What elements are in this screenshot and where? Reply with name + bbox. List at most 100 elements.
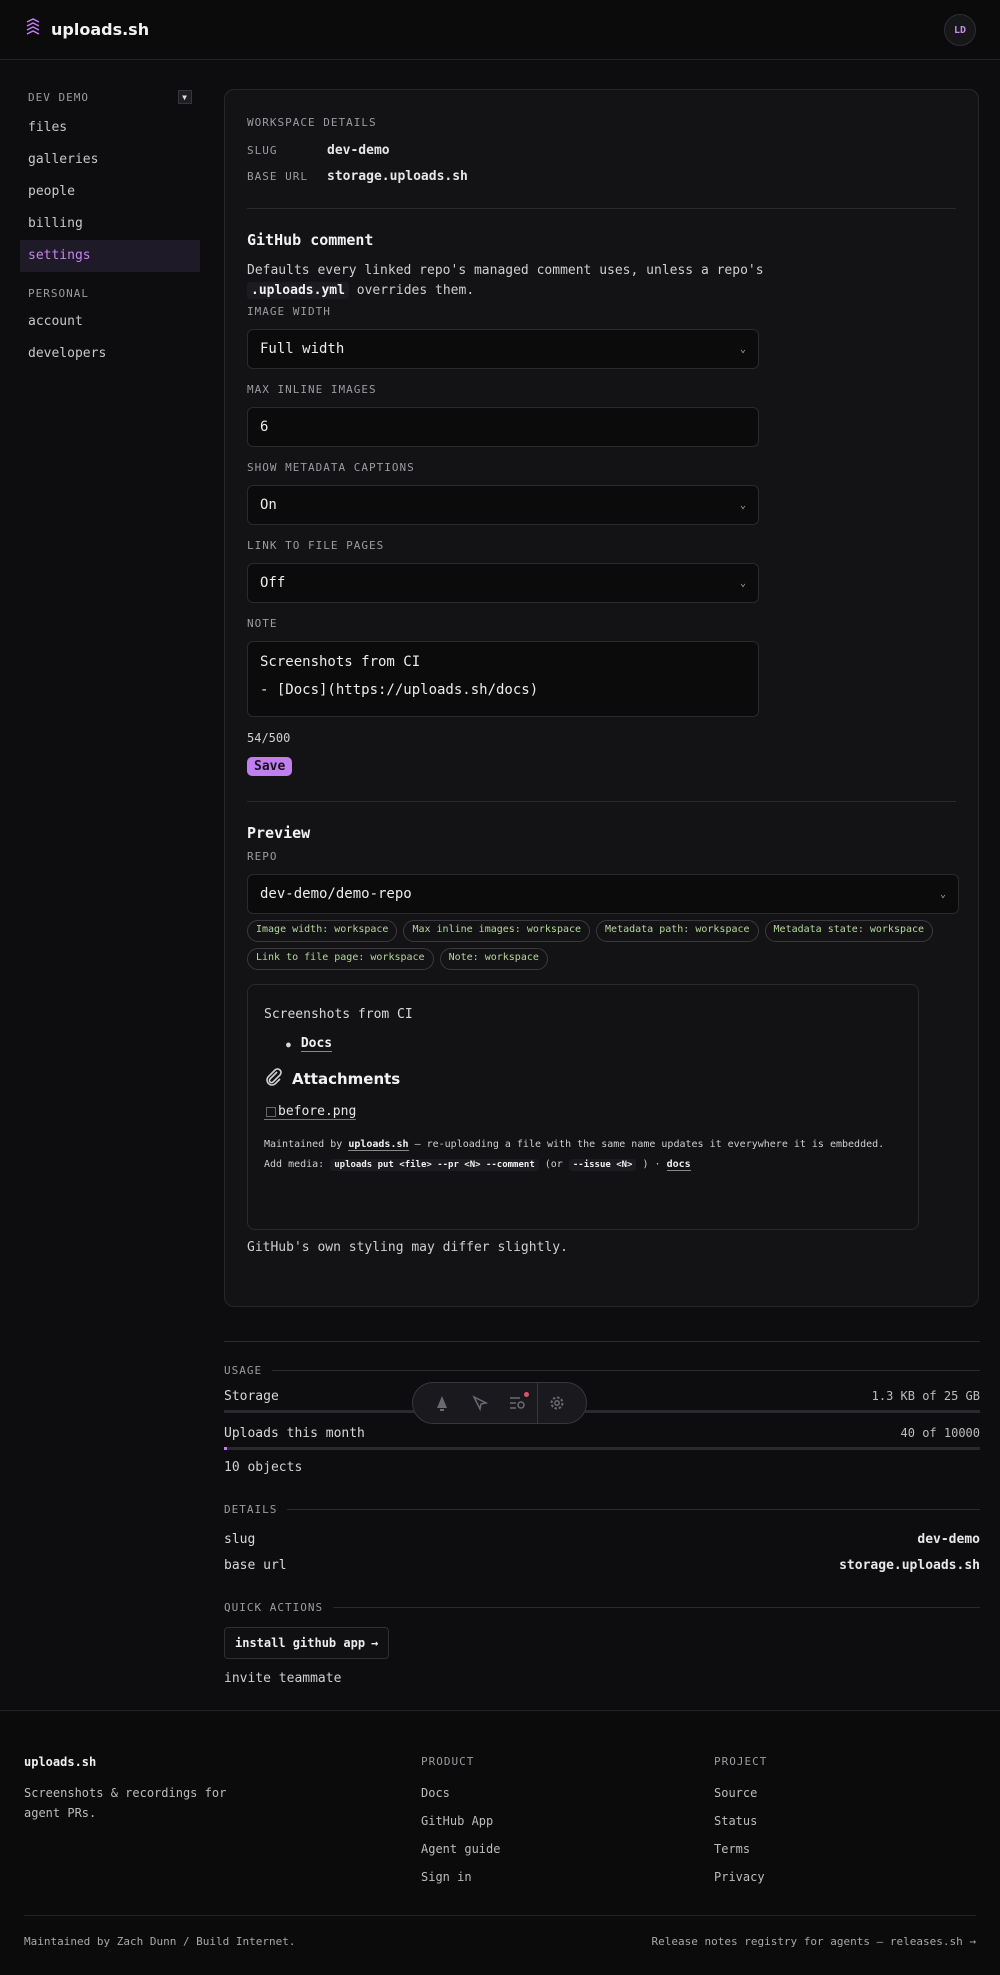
- top-bar: uploads.sh LD: [0, 0, 1000, 60]
- footer-product-col: PRODUCT Docs GitHub App Agent guide Sign…: [421, 1755, 500, 1891]
- github-comment-title: GitHub comment: [247, 231, 374, 249]
- personal-section-label: PERSONAL: [20, 284, 200, 302]
- add-media-prefix: Add media:: [264, 1159, 325, 1170]
- sidebar-item-people[interactable]: people: [20, 176, 200, 208]
- settings-card: WORKSPACE DETAILS SLUG dev-demo BASE URL…: [224, 89, 979, 1307]
- invite-teammate-link[interactable]: invite teammate: [224, 1671, 980, 1686]
- chip: Metadata path: workspace: [596, 920, 759, 942]
- paperclip-icon: [264, 1068, 284, 1090]
- footer-tagline: Screenshots & recordings for agent PRs.: [24, 1783, 226, 1823]
- docs-link-2[interactable]: docs: [666, 1159, 691, 1171]
- sidebar-item-galleries[interactable]: galleries: [20, 144, 200, 176]
- uploads-row: Uploads this month 40 of 10000: [224, 1423, 980, 1443]
- max-inline-input[interactable]: 6: [247, 407, 759, 447]
- save-button[interactable]: Save: [247, 757, 293, 776]
- quick-actions-title: QUICK ACTIONS: [224, 1600, 324, 1614]
- chip: Image width: workspace: [247, 920, 398, 942]
- show-captions-select[interactable]: On ⌄: [247, 485, 759, 525]
- broken-image[interactable]: before.png: [264, 1104, 357, 1120]
- char-count: 54/500: [247, 731, 291, 745]
- note-line-2: - [Docs](https://uploads.sh/docs): [260, 682, 539, 698]
- maintained-prefix: Maintained by: [264, 1139, 343, 1150]
- image-width-label: IMAGE WIDTH: [247, 305, 331, 318]
- link-pages-value: Off: [260, 575, 286, 591]
- base-url-value: storage.uploads.sh: [327, 168, 468, 184]
- source-chips: Image width: workspace Max inline images…: [247, 920, 967, 970]
- desc-code: .uploads.yml: [247, 282, 349, 299]
- workspace-switcher[interactable]: DEV DEMO ▼: [20, 88, 200, 106]
- footer-project-col: PROJECT Source Status Terms Privacy: [714, 1755, 767, 1891]
- workspace-label: DEV DEMO: [28, 90, 89, 104]
- divider: [247, 801, 956, 802]
- footer-link-github-app[interactable]: GitHub App: [421, 1807, 500, 1835]
- footer-brand-col: uploads.sh Screenshots & recordings for …: [24, 1755, 226, 1823]
- sidebar-item-files[interactable]: files: [20, 112, 200, 144]
- chevron-down-icon[interactable]: ▼: [178, 90, 192, 104]
- logo-icon: [25, 18, 41, 40]
- add-media-command-2: --issue <N>: [568, 1159, 637, 1171]
- footer-link-sign-in[interactable]: Sign in: [421, 1863, 500, 1891]
- slug-row: SLUG dev-demo: [247, 137, 956, 163]
- details-slug-row: slug dev-demo: [224, 1529, 980, 1549]
- divider: [224, 1341, 980, 1342]
- sidebar-item-billing[interactable]: billing: [20, 208, 200, 240]
- cursor-icon[interactable]: [461, 1383, 499, 1423]
- gear-icon[interactable]: [538, 1383, 576, 1423]
- max-inline-value: 6: [260, 419, 269, 435]
- footer-link-privacy[interactable]: Privacy: [714, 1863, 767, 1891]
- note-textarea[interactable]: Screenshots from CI - [Docs](https://upl…: [247, 641, 759, 717]
- add-media-line: Add media: uploads put <file> --pr <N> -…: [264, 1156, 902, 1174]
- image-width-value: Full width: [260, 341, 345, 357]
- chip: Link to file page: workspace: [247, 948, 434, 970]
- add-media-or: (or: [544, 1159, 563, 1170]
- footer-brand: uploads.sh: [24, 1755, 97, 1769]
- footer-link-source[interactable]: Source: [714, 1779, 767, 1807]
- footer-maintained[interactable]: Maintained by Zach Dunn / Build Internet…: [24, 1935, 296, 1948]
- note-label: NOTE: [247, 617, 278, 630]
- divider: [247, 208, 956, 209]
- footer-link-status[interactable]: Status: [714, 1807, 767, 1835]
- details-slug-label: slug: [224, 1531, 256, 1547]
- usage-section: USAGE: [224, 1362, 980, 1378]
- chip: Max inline images: workspace: [403, 920, 591, 942]
- chip: Note: workspace: [439, 948, 548, 970]
- show-captions-label: SHOW METADATA CAPTIONS: [247, 461, 415, 474]
- details-base-url-row: base url storage.uploads.sh: [224, 1555, 980, 1575]
- preview-bullet: ● Docs: [264, 1036, 902, 1052]
- footer-link-docs[interactable]: Docs: [421, 1779, 500, 1807]
- comment-preview: Screenshots from CI ● Docs Attachments b…: [247, 984, 919, 1230]
- product-title: PRODUCT: [421, 1755, 475, 1768]
- repo-select[interactable]: dev-demo/demo-repo ⌄: [247, 874, 959, 914]
- sidebar-item-account[interactable]: account: [20, 306, 200, 338]
- add-media-close: ) ·: [642, 1159, 661, 1170]
- slug-value: dev-demo: [327, 142, 390, 158]
- bell-icon[interactable]: [423, 1383, 461, 1423]
- footer-link-agent-guide[interactable]: Agent guide: [421, 1835, 500, 1863]
- storage-label: Storage: [224, 1388, 279, 1404]
- search-list-icon[interactable]: [499, 1383, 537, 1423]
- usage-panel: USAGE Storage 1.3 KB of 25 GB Uploads th…: [224, 1362, 980, 1686]
- brand[interactable]: uploads.sh: [25, 18, 149, 40]
- slug-label: SLUG: [247, 143, 278, 157]
- chevron-down-icon: ⌄: [939, 888, 946, 900]
- dev-toolbar: [412, 1382, 587, 1424]
- uploads-bar-fill: [224, 1447, 228, 1450]
- link-pages-select[interactable]: Off ⌄: [247, 563, 759, 603]
- bullet-icon: ●: [286, 1039, 291, 1049]
- install-github-app-button[interactable]: install github app →: [224, 1627, 390, 1659]
- avatar[interactable]: LD: [944, 14, 976, 46]
- attachments-title: Attachments: [292, 1070, 401, 1088]
- uploads-link[interactable]: uploads.sh: [348, 1139, 409, 1151]
- sidebar-item-developers[interactable]: developers: [20, 338, 200, 370]
- image-width-select[interactable]: Full width ⌄: [247, 329, 759, 369]
- app-name: uploads.sh: [51, 19, 150, 39]
- footer-link-terms[interactable]: Terms: [714, 1835, 767, 1863]
- docs-link[interactable]: Docs: [300, 1036, 333, 1052]
- footer-release-notes[interactable]: Release notes registry for agents — rele…: [651, 1935, 976, 1948]
- sidebar-item-settings[interactable]: settings: [20, 240, 200, 272]
- desc-text: Defaults every linked repo's managed com…: [247, 263, 764, 278]
- details-title: DETAILS: [224, 1502, 278, 1516]
- personal-label: PERSONAL: [28, 286, 89, 300]
- project-title: PROJECT: [714, 1755, 768, 1768]
- max-inline-label: MAX INLINE IMAGES: [247, 383, 377, 396]
